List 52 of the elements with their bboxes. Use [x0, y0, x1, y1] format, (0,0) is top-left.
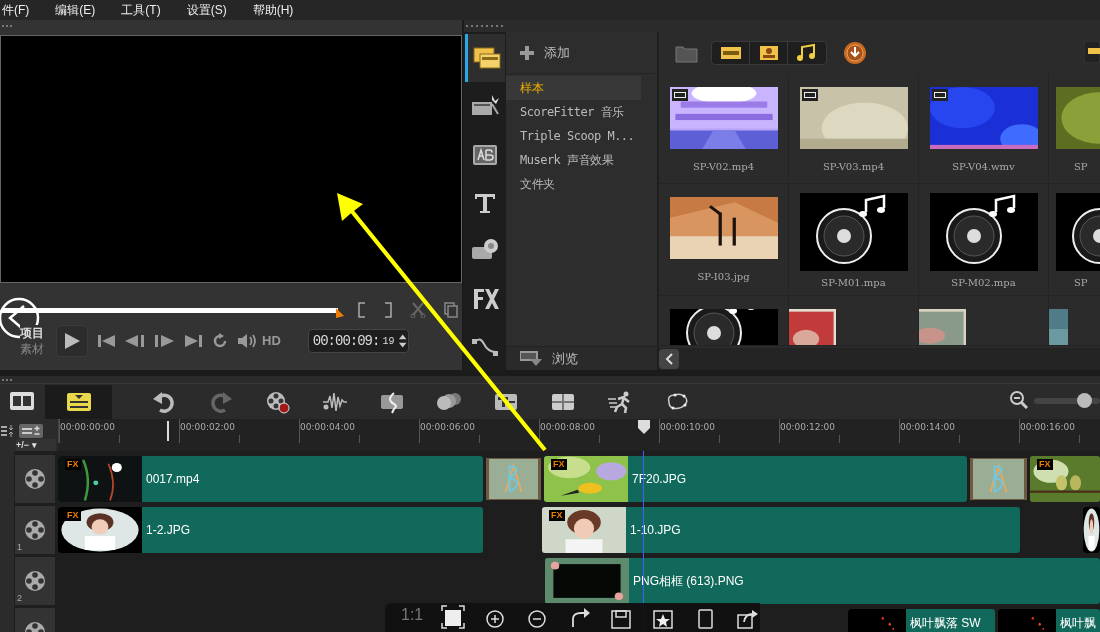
clip-label: 1-2.JPG: [146, 522, 190, 539]
menu-item[interactable]: 工具(T): [121, 1, 161, 19]
time-label: 00:00:10:00: [660, 421, 715, 434]
menu-item[interactable]: 编辑(E): [55, 1, 96, 19]
fx-badge: FX: [549, 510, 565, 521]
time-label: 00:00:12:00: [780, 421, 835, 434]
time-label: 00:00:14:00: [900, 421, 955, 434]
mode-toggle[interactable]: 项目: [20, 325, 44, 341]
time-label: 00:00:00:00: [60, 421, 115, 434]
folder-item[interactable]: 样本: [506, 76, 641, 100]
fx-badge: FX: [65, 510, 81, 521]
time-label: 00:00:06:00: [420, 421, 475, 434]
track-header[interactable]: 1: [15, 506, 55, 554]
mode-toggle[interactable]: 素材: [20, 341, 44, 357]
file-name: SP-V04.wmv: [952, 160, 1015, 174]
time-label: 00:00:04:00: [300, 421, 355, 434]
folder-item[interactable]: 文件夹: [506, 172, 641, 196]
file-name: SP-V03.mp4: [822, 160, 885, 174]
track-header[interactable]: 2: [15, 557, 55, 605]
ratio-button[interactable]: 1:1: [401, 605, 424, 625]
menu-item[interactable]: 件(F): [2, 1, 30, 19]
file-name: SP-M01.mpa: [821, 276, 886, 290]
menu-item[interactable]: 设置(S): [186, 1, 227, 19]
file-name: SP: [1074, 160, 1088, 174]
browse-button[interactable]: 浏览: [552, 348, 578, 369]
file-name: SP-M02.mpa: [951, 276, 1016, 290]
timeline-clip[interactable]: 枫叶飘落 SW: [848, 609, 995, 632]
folder-item[interactable]: ScoreFitter 音乐: [506, 100, 641, 124]
add-button[interactable]: 添加: [544, 42, 570, 63]
file-name: SP: [1074, 276, 1088, 290]
menu-item[interactable]: 帮助(H): [252, 1, 294, 19]
track-number: 1: [17, 543, 22, 552]
timeline-clip[interactable]: FX 0017.mp4: [58, 456, 483, 502]
hd-toggle[interactable]: HD: [262, 331, 281, 351]
fx-badge: FX: [65, 459, 81, 470]
time-label: 00:00:02:00: [180, 421, 235, 434]
timeline-clip[interactable]: FX 1-2.JPG: [58, 507, 483, 553]
file-name: SP-V02.mp4: [692, 160, 755, 174]
timeline-clip[interactable]: FX: [1030, 456, 1100, 502]
file-name: SP-I03.jpg: [697, 270, 750, 284]
track-number: 2: [17, 594, 22, 603]
clip-label: 枫叶飘落 SW: [910, 615, 981, 632]
timecode-field[interactable]: 00:00:09: 19: [307, 329, 409, 353]
folder-item[interactable]: Muserk 声音效果: [506, 148, 641, 172]
time-label: 00:00:16:00: [1020, 421, 1075, 434]
folder-item[interactable]: Triple Scoop M...: [506, 124, 641, 148]
fx-badge: FX: [551, 459, 567, 470]
fx-badge: FX: [1037, 459, 1053, 470]
time-label: 00:00:08:00: [540, 421, 595, 434]
timeline-clip[interactable]: 枫叶飘: [998, 609, 1100, 632]
clip-label: 枫叶飘: [1060, 615, 1096, 632]
clip-label: 0017.mp4: [146, 471, 200, 488]
